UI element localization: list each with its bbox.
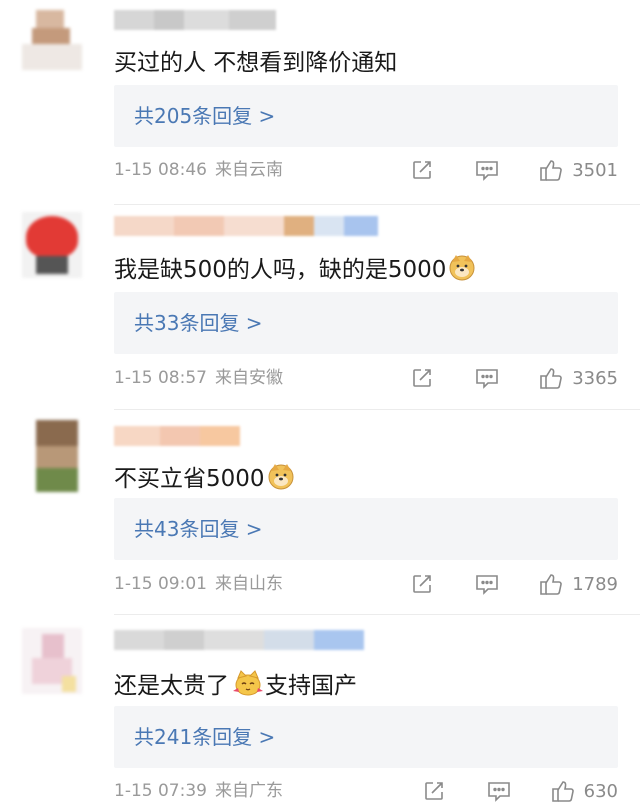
thumbs-up-icon <box>540 160 562 181</box>
cat-emoji <box>233 669 263 697</box>
comment-text: 买过的人 不想看到降价通知 <box>114 50 398 76</box>
reply-box[interactable]: 共241条回复 > <box>114 706 618 768</box>
avatar[interactable] <box>22 212 82 278</box>
share-button[interactable] <box>422 779 446 803</box>
reply-button[interactable] <box>474 366 500 390</box>
share-button[interactable] <box>410 158 434 182</box>
reply-button[interactable] <box>474 572 500 596</box>
share-button[interactable] <box>410 572 434 596</box>
avatar[interactable] <box>22 4 82 70</box>
reply-box[interactable]: 共205条回复 > <box>114 85 618 147</box>
reply-button[interactable] <box>474 158 500 182</box>
thumbs-up-icon <box>540 368 562 389</box>
reply-box[interactable]: 共33条回复 > <box>114 292 618 354</box>
comment-meta: 1-15 07:39 来自广东 <box>114 779 283 803</box>
timestamp: 1-15 09:01 <box>114 574 207 594</box>
view-replies-link[interactable]: 共205条回复 > <box>134 85 275 147</box>
comment-text: 还是太贵了 支持国产 <box>114 668 357 699</box>
timestamp: 1-15 08:46 <box>114 160 207 180</box>
view-replies-link[interactable]: 共33条回复 > <box>134 292 263 354</box>
action-bar: 1789 <box>410 571 618 597</box>
share-icon <box>413 369 431 387</box>
location: 来自广东 <box>214 781 283 801</box>
location: 来自云南 <box>214 160 283 180</box>
username-blurred[interactable] <box>114 10 276 30</box>
avatar[interactable] <box>36 420 78 492</box>
username-blurred[interactable] <box>114 216 378 236</box>
comment-icon <box>487 782 510 802</box>
thumbs-up-icon <box>551 781 574 802</box>
comment-text-before: 还是太贵了 <box>114 673 229 699</box>
like-count: 630 <box>583 780 618 802</box>
username-blurred[interactable] <box>114 426 240 446</box>
like-button[interactable]: 630 <box>550 778 618 804</box>
doge-emoji <box>267 462 295 490</box>
action-bar: 3501 <box>410 157 618 183</box>
comment-icon <box>476 161 498 181</box>
comment-text: 我是缺500的人吗，缺的是5000 <box>114 252 476 283</box>
location: 来自安徽 <box>214 368 283 388</box>
avatar[interactable] <box>22 628 82 694</box>
comment-text-content: 不买立省5000 <box>114 466 265 492</box>
comment-icon <box>476 369 498 389</box>
like-button[interactable]: 3365 <box>538 365 618 391</box>
doge-emoji <box>448 253 476 281</box>
username-blurred[interactable] <box>114 630 364 650</box>
like-button[interactable]: 1789 <box>538 571 618 597</box>
action-bar: 630 <box>422 778 618 804</box>
view-replies-link[interactable]: 共43条回复 > <box>134 498 263 560</box>
share-button[interactable] <box>410 366 434 390</box>
comment-text: 不买立省5000 <box>114 461 295 492</box>
share-icon <box>424 782 443 800</box>
like-button[interactable]: 3501 <box>538 157 618 183</box>
like-count: 1789 <box>572 573 618 595</box>
share-icon <box>413 161 431 179</box>
location: 来自山东 <box>214 574 283 594</box>
timestamp: 1-15 07:39 <box>114 781 207 801</box>
comment-icon <box>476 575 498 595</box>
comment-meta: 1-15 08:57 来自安徽 <box>114 366 283 390</box>
action-bar: 3365 <box>410 365 618 391</box>
reply-box[interactable]: 共43条回复 > <box>114 498 618 560</box>
reply-button[interactable] <box>486 779 512 803</box>
timestamp: 1-15 08:57 <box>114 368 207 388</box>
view-replies-link[interactable]: 共241条回复 > <box>134 706 275 768</box>
comment-meta: 1-15 09:01 来自山东 <box>114 572 283 596</box>
comment-text-after: 支持国产 <box>265 673 357 699</box>
like-count: 3501 <box>572 159 618 181</box>
comment-meta: 1-15 08:46 来自云南 <box>114 158 283 182</box>
comment-text-content: 我是缺500的人吗，缺的是5000 <box>114 257 447 283</box>
thumbs-up-icon <box>540 574 562 595</box>
like-count: 3365 <box>572 367 618 389</box>
share-icon <box>413 575 431 593</box>
